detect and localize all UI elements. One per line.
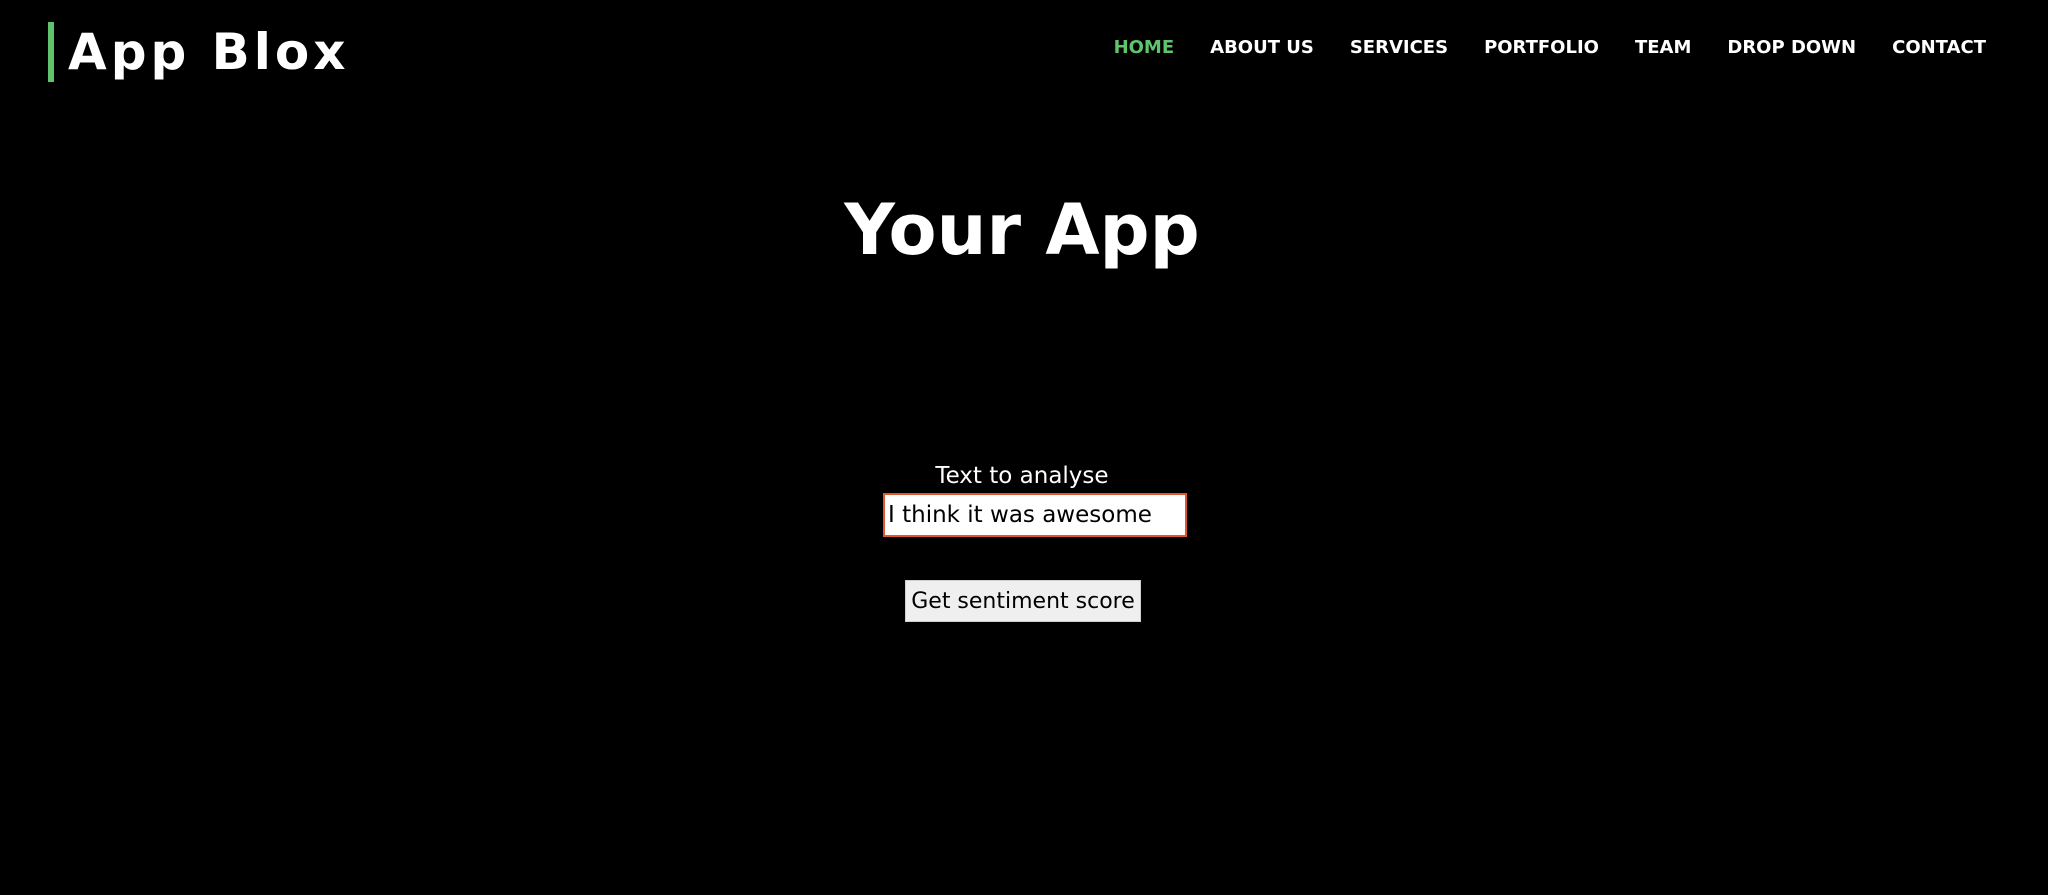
page-title: Your App xyxy=(844,189,1200,271)
nav-item-home[interactable]: HOME xyxy=(1114,37,1175,58)
get-sentiment-score-button[interactable]: Get sentiment score xyxy=(905,580,1141,622)
main-nav: HOME ABOUT US SERVICES PORTFOLIO TEAM DR… xyxy=(1114,30,1986,64)
nav-item-services[interactable]: SERVICES xyxy=(1350,37,1448,58)
brand-accent-bar xyxy=(48,22,54,82)
nav-item-portfolio[interactable]: PORTFOLIO xyxy=(1484,37,1599,58)
brand-logo[interactable]: App Blox xyxy=(48,22,350,82)
text-input-label: Text to analyse xyxy=(935,463,1109,489)
text-to-analyse-input[interactable] xyxy=(883,493,1187,537)
brand-name: App Blox xyxy=(68,23,350,81)
nav-item-about-us[interactable]: ABOUT US xyxy=(1210,37,1314,58)
nav-item-team[interactable]: TEAM xyxy=(1635,37,1691,58)
nav-item-drop-down[interactable]: DROP DOWN xyxy=(1727,37,1856,58)
page: App Blox HOME ABOUT US SERVICES PORTFOLI… xyxy=(0,0,2048,895)
nav-item-contact[interactable]: CONTACT xyxy=(1892,37,1986,58)
